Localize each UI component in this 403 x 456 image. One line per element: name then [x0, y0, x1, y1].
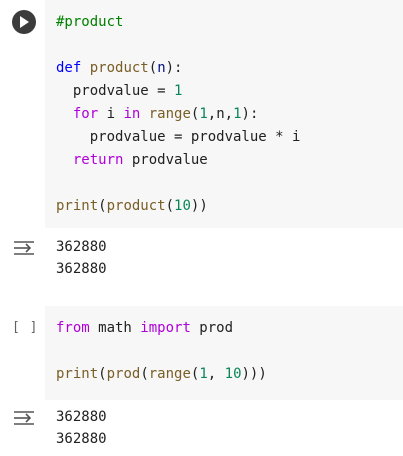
code-token: range	[148, 366, 191, 382]
cell-2-output-line-2: 362880	[56, 431, 107, 447]
code-token: 10	[224, 366, 242, 382]
code-line: from math import prod	[56, 317, 233, 339]
play-circle-icon	[20, 16, 29, 28]
code-token: for	[72, 106, 99, 122]
code-line: prodvalue = prodvalue * i	[56, 126, 301, 148]
execution-count[interactable]: [ ]	[12, 320, 38, 335]
code-token: range	[148, 106, 191, 122]
code-token: ):	[165, 60, 183, 76]
code-token: 1	[199, 106, 208, 122]
code-token: (	[98, 198, 107, 214]
code-line: prodvalue = 1	[56, 80, 183, 102]
cell-1-output-line-2: 362880	[56, 261, 107, 277]
cell-1-output-line-1: 362880	[56, 239, 107, 255]
code-token: prod	[106, 366, 141, 382]
code-token: ,n,	[207, 106, 234, 122]
code-token: 1	[199, 366, 208, 382]
code-token: ))	[190, 198, 208, 214]
run-cell-button[interactable]	[12, 10, 36, 34]
code-token: #product	[56, 14, 124, 30]
code-token: (	[98, 366, 107, 382]
code-line: #product	[56, 11, 123, 33]
code-token: in	[123, 106, 141, 122]
code-token: (	[148, 60, 158, 76]
code-token: prodvalue	[123, 152, 208, 168]
code-line: def product(n):	[56, 57, 182, 79]
code-token: 1	[233, 106, 242, 122]
code-token: (	[140, 366, 149, 382]
code-token: print	[56, 198, 99, 214]
code-token: )))	[241, 366, 267, 382]
code-token: math	[89, 320, 141, 336]
code-token: prod	[190, 320, 234, 336]
code-line: print(prod(range(1, 10)))	[56, 363, 267, 385]
code-token: product	[89, 60, 149, 76]
code-token: 1	[174, 83, 183, 99]
code-line: return prodvalue	[56, 149, 208, 171]
code-token: i	[98, 106, 124, 122]
code-token: def	[56, 60, 82, 76]
code-token: return	[72, 152, 124, 168]
code-token: (	[165, 198, 175, 214]
code-token: product	[106, 198, 166, 214]
output-toggle-icon[interactable]	[13, 408, 35, 428]
code-token: ,	[207, 366, 225, 382]
code-token: from	[56, 320, 90, 336]
code-token: print	[56, 366, 99, 382]
code-token: n	[157, 60, 166, 76]
cell-2-output-line-1: 362880	[56, 409, 107, 425]
code-token: ):	[241, 106, 259, 122]
code-token: prodvalue = prodvalue * i	[56, 129, 301, 145]
code-line: for i in range(1,n,1):	[56, 103, 259, 125]
code-token: import	[140, 320, 191, 336]
code-token: prodvalue =	[56, 83, 175, 99]
output-toggle-icon[interactable]	[13, 238, 35, 258]
code-line: print(product(10))	[56, 195, 208, 217]
code-token: 10	[174, 198, 191, 214]
